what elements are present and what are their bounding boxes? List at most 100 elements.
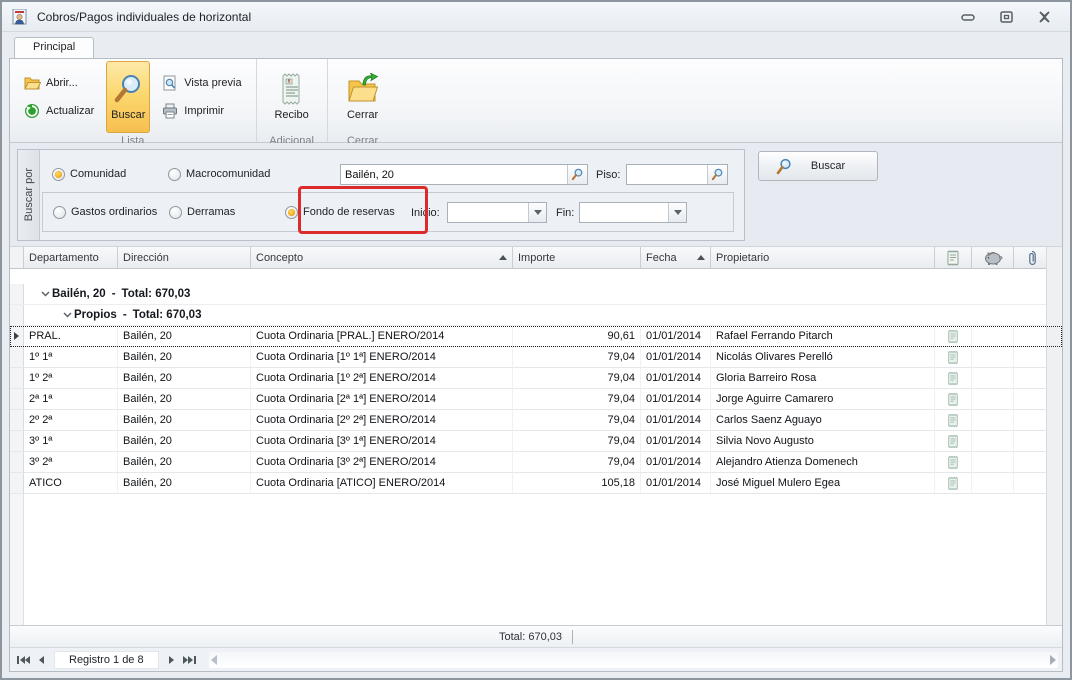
cell-importe: 79,04 <box>513 347 641 368</box>
cell-receipt-button[interactable] <box>935 347 972 368</box>
header-importe[interactable]: Importe <box>513 247 641 268</box>
group-name: Propios <box>74 309 117 321</box>
cell-receipt-button[interactable] <box>935 410 972 431</box>
app-icon <box>12 9 29 25</box>
inicio-combobox[interactable] <box>447 202 547 223</box>
radio-gastos-ordinarios[interactable]: Gastos ordinarios <box>53 202 157 222</box>
piso-input[interactable] <box>626 164 728 185</box>
cell-receipt-button[interactable] <box>935 452 972 473</box>
fin-combobox[interactable] <box>579 202 687 223</box>
cell-fecha: 01/01/2014 <box>641 473 711 494</box>
cell-attach <box>1014 368 1050 389</box>
vista-previa-button[interactable]: Vista previa <box>158 73 245 93</box>
inicio-dropdown-icon[interactable] <box>528 203 546 222</box>
cell-receipt-button[interactable] <box>935 473 972 494</box>
previous-record-button[interactable] <box>32 651 50 669</box>
cell-importe: 79,04 <box>513 410 641 431</box>
abrir-button[interactable]: Abrir... <box>20 73 98 93</box>
search-side-label: Buscar por <box>18 150 40 240</box>
cerrar-button[interactable]: Cerrar <box>334 61 392 133</box>
table-row[interactable]: 3º 1ª Bailén, 20 Cuota Ordinaria [3º 1ª]… <box>10 431 1062 452</box>
close-button[interactable] <box>1036 10 1052 24</box>
cell-receipt-button[interactable] <box>935 431 972 452</box>
group-total: Total: 670,03 <box>133 309 202 321</box>
table-row[interactable]: 2º 2ª Bailén, 20 Cuota Ordinaria [2º 2ª]… <box>10 410 1062 431</box>
radio-derramas[interactable]: Derramas <box>169 202 235 222</box>
group-row-propios[interactable]: Propios - Total: 670,03 <box>10 305 1062 326</box>
last-record-button[interactable] <box>181 651 199 669</box>
group-row-bailen[interactable]: Bailén, 20 - Total: 670,03 <box>10 284 1062 305</box>
header-piggy-bank-column[interactable] <box>972 247 1014 268</box>
restore-button[interactable] <box>998 10 1014 24</box>
radio-fondo-de-reservas[interactable]: Fondo de reservas <box>285 202 395 222</box>
buscar-button[interactable]: Buscar <box>758 151 878 181</box>
grid-footer: Total: 670,03 <box>10 625 1062 647</box>
buscar-ribbon-label: Buscar <box>111 109 145 121</box>
cell-direccion: Bailén, 20 <box>118 473 251 494</box>
table-row[interactable]: PRAL. Bailén, 20 Cuota Ordinaria [PRAL.]… <box>10 326 1062 347</box>
group-separator: - <box>112 288 116 300</box>
row-indicator-cell <box>10 284 24 304</box>
receipt-icon <box>947 350 959 365</box>
row-indicator-cell <box>10 347 24 368</box>
table-row[interactable]: ATICO Bailén, 20 Cuota Ordinaria [ATICO]… <box>10 473 1062 494</box>
header-paperclip-column[interactable] <box>1014 247 1050 268</box>
row-indicator-cell <box>10 326 24 347</box>
next-record-button[interactable] <box>163 651 181 669</box>
minimize-button[interactable] <box>960 10 976 24</box>
receipt-icon <box>947 371 959 386</box>
cell-departamento: ATICO <box>24 473 118 494</box>
radio-macrocomunidad-label: Macrocomunidad <box>186 168 270 180</box>
current-row-arrow-icon <box>14 332 19 340</box>
piso-search-icon[interactable] <box>707 165 727 184</box>
scroll-right-icon[interactable] <box>1050 655 1056 665</box>
radio-macrocomunidad[interactable]: Macrocomunidad <box>168 164 270 184</box>
header-direccion[interactable]: Dirección <box>118 247 251 268</box>
printer-icon <box>162 103 179 119</box>
cell-propietario: José Miguel Mulero Egea <box>711 473 935 494</box>
cell-receipt-button[interactable] <box>935 389 972 410</box>
collapse-chevron-icon[interactable] <box>60 312 74 318</box>
vertical-scrollbar[interactable] <box>1046 247 1062 625</box>
header-propietario[interactable]: Propietario <box>711 247 935 268</box>
actualizar-button[interactable]: Actualizar <box>20 101 98 121</box>
cell-attach <box>1014 326 1050 347</box>
cell-receipt-button[interactable] <box>935 368 972 389</box>
cell-departamento: 2ª 1ª <box>24 389 118 410</box>
first-record-button[interactable] <box>14 651 32 669</box>
recibo-button[interactable]: Recibo <box>263 61 321 133</box>
table-row[interactable]: 1º 1ª Bailén, 20 Cuota Ordinaria [1º 1ª]… <box>10 347 1062 368</box>
table-row[interactable]: 2ª 1ª Bailén, 20 Cuota Ordinaria [2ª 1ª]… <box>10 389 1062 410</box>
cell-direccion: Bailén, 20 <box>118 368 251 389</box>
header-receipt-column[interactable] <box>935 247 972 268</box>
cell-importe: 90,61 <box>513 326 641 347</box>
header-concepto[interactable]: Concepto <box>251 247 513 268</box>
imprimir-button[interactable]: Imprimir <box>158 101 245 121</box>
table-row[interactable]: 1º 2ª Bailén, 20 Cuota Ordinaria [1º 2ª]… <box>10 368 1062 389</box>
collapse-chevron-icon[interactable] <box>38 291 52 297</box>
actualizar-label: Actualizar <box>46 105 94 117</box>
comunidad-input[interactable]: Bailén, 20 <box>340 164 588 185</box>
receipt-icon <box>947 413 959 428</box>
buscar-ribbon-button[interactable]: Buscar <box>106 61 150 133</box>
cell-receipt-button[interactable] <box>935 326 972 347</box>
cell-importe: 79,04 <box>513 431 641 452</box>
cell-fecha: 01/01/2014 <box>641 452 711 473</box>
scroll-left-icon[interactable] <box>211 655 217 665</box>
cell-importe: 79,04 <box>513 368 641 389</box>
comunidad-search-icon[interactable] <box>567 165 587 184</box>
ribbon-group-cerrar: Cerrar Cerrar <box>327 59 398 142</box>
fin-dropdown-icon[interactable] <box>668 203 686 222</box>
cell-fecha: 01/01/2014 <box>641 389 711 410</box>
horizontal-scrollbar[interactable] <box>209 652 1058 668</box>
header-departamento[interactable]: Departamento <box>24 247 118 268</box>
cell-direccion: Bailén, 20 <box>118 347 251 368</box>
piggy-bank-icon <box>983 251 1003 265</box>
tab-principal[interactable]: Principal <box>14 37 94 58</box>
radio-comunidad[interactable]: Comunidad <box>52 164 126 184</box>
cell-propietario: Jorge Aguirre Camarero <box>711 389 935 410</box>
page-frame: Abrir... Actualizar Busca <box>9 58 1063 672</box>
tab-strip: Principal <box>2 32 1070 58</box>
table-row[interactable]: 3º 2ª Bailén, 20 Cuota Ordinaria [3º 2ª]… <box>10 452 1062 473</box>
header-fecha[interactable]: Fecha <box>641 247 711 268</box>
